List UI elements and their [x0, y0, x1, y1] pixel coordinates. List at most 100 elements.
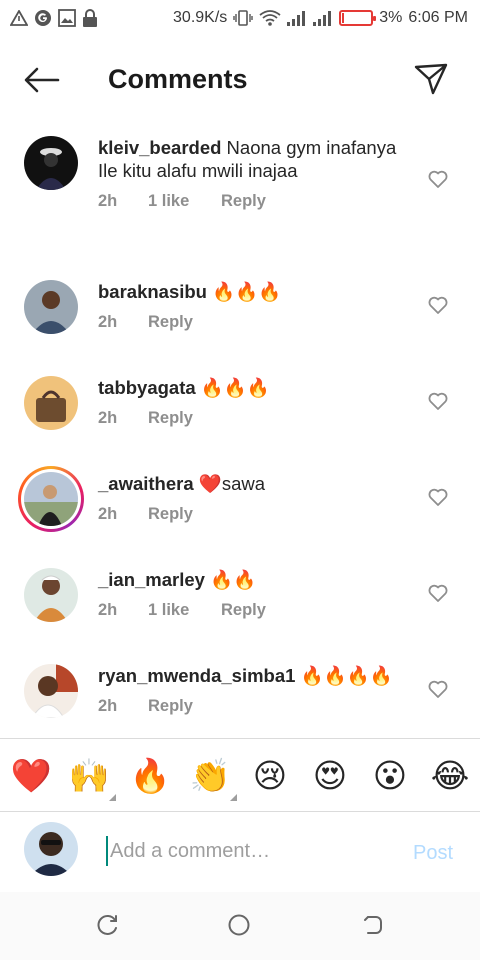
variant-indicator-icon [109, 794, 116, 801]
comment-body: _awaithera ❤️sawa 2h Reply [98, 472, 418, 526]
system-back-button[interactable] [360, 912, 386, 938]
avatar [24, 472, 78, 526]
comment-text: 🔥🔥🔥 [207, 281, 282, 302]
clapping-hands-emoji[interactable]: 👏 [189, 755, 237, 801]
comment-body: ryan_mwenda_simba1 🔥🔥🔥🔥 2h Reply [98, 664, 418, 718]
heart-outline-icon [428, 584, 448, 602]
reply-button[interactable]: Reply [148, 695, 193, 718]
lock-icon [82, 9, 98, 27]
recents-button[interactable] [95, 912, 121, 938]
battery-icon [339, 10, 377, 26]
comment-meta: 2h 1 like Reply [98, 599, 418, 622]
comment-username[interactable]: _ian_marley [98, 569, 205, 590]
send-icon [414, 63, 448, 95]
like-button[interactable] [426, 389, 450, 413]
comment-username[interactable]: _awaithera [98, 473, 194, 494]
comment-text: ❤️sawa [193, 473, 266, 494]
avatar[interactable] [24, 568, 78, 622]
battery-percent: 3% [379, 9, 403, 26]
like-button[interactable] [426, 581, 450, 605]
comment-username[interactable]: baraknasibu [98, 281, 207, 302]
tears-of-joy-emoji[interactable]: 😂 [429, 755, 471, 797]
emoji-glyph: 🙌 [68, 756, 110, 795]
comment-body: baraknasibu 🔥🔥🔥 2h Reply [98, 280, 418, 334]
heart-outline-icon [428, 488, 448, 506]
avatar-story-ring[interactable] [18, 466, 84, 532]
avatar[interactable] [24, 136, 78, 190]
signal-icon [287, 10, 307, 26]
comment-time: 2h [98, 409, 118, 427]
back-arrow-icon [24, 67, 60, 93]
back-button[interactable] [22, 62, 62, 98]
recents-icon [97, 915, 117, 935]
current-user-avatar [24, 822, 78, 876]
comment-body: _ian_marley 🔥🔥 2h 1 like Reply [98, 568, 418, 622]
alert-icon [10, 10, 28, 26]
avatar[interactable] [24, 376, 78, 430]
comment-meta: 2h Reply [98, 695, 418, 718]
comment-text: 🔥🔥🔥🔥 [295, 665, 393, 686]
emoji-glyph: 🔥 [129, 756, 171, 795]
quick-emoji-bar: ❤️ 🙌 🔥 👏 😢 😍 😮 😂 [0, 738, 480, 812]
home-button[interactable] [226, 912, 252, 938]
like-button[interactable] [426, 677, 450, 701]
variant-indicator-icon [230, 794, 237, 801]
comment-composer: Post [0, 812, 480, 892]
comment-likes[interactable]: 1 like [148, 599, 221, 622]
clock: 6:06 PM [408, 9, 468, 26]
emoji-glyph: ❤️ [10, 756, 52, 795]
comment-meta: 2h Reply [98, 311, 418, 334]
comment-meta: 2h 1 like Reply [98, 190, 418, 213]
emoji-glyph: 😂 [430, 756, 470, 795]
emoji-glyph: 👏 [189, 756, 231, 795]
gallery-icon [58, 9, 76, 27]
comment-time: 2h [98, 601, 118, 619]
avatar-inner [21, 469, 81, 529]
comment-body: tabbyagata 🔥🔥🔥 2h Reply [98, 376, 418, 430]
surprised-face-emoji[interactable]: 😮 [369, 755, 411, 797]
comment-username[interactable]: tabbyagata [98, 377, 196, 398]
comment-time: 2h [98, 192, 118, 210]
reply-button[interactable]: Reply [148, 407, 193, 430]
header: Comments [0, 46, 480, 116]
heart-outline-icon [428, 170, 448, 188]
comment-body: kleiv_bearded Naona gym inafanya Ile kit… [98, 136, 418, 213]
heart-outline-icon [428, 296, 448, 314]
avatar[interactable] [24, 280, 78, 334]
like-button[interactable] [426, 293, 450, 317]
post-button[interactable]: Post [413, 842, 453, 865]
reply-button[interactable]: Reply [221, 599, 266, 622]
comments-list[interactable]: kleiv_bearded Naona gym inafanya Ile kit… [0, 120, 480, 738]
system-nav-bar [0, 892, 480, 960]
comment-username[interactable]: kleiv_bearded [98, 137, 221, 158]
crying-face-emoji[interactable]: 😢 [249, 755, 291, 797]
heart-outline-icon [428, 392, 448, 410]
red-heart-emoji[interactable]: ❤️ [10, 755, 52, 797]
status-bar-left [10, 9, 98, 27]
vibrate-icon [233, 9, 253, 27]
status-bar: 30.9K/s 3% 6:06 PM [0, 0, 480, 36]
home-icon [228, 914, 250, 936]
raising-hands-emoji[interactable]: 🙌 [68, 755, 116, 801]
share-button[interactable] [410, 58, 452, 100]
like-button[interactable] [426, 485, 450, 509]
avatar[interactable] [24, 664, 78, 718]
like-button[interactable] [426, 167, 450, 191]
comment-time: 2h [98, 505, 118, 523]
reply-button[interactable]: Reply [221, 190, 266, 213]
back-icon [364, 916, 382, 934]
signal-icon-2 [313, 10, 333, 26]
comment-input[interactable] [106, 836, 386, 866]
comment-text: 🔥🔥🔥 [195, 377, 270, 398]
network-speed: 30.9K/s [173, 9, 228, 26]
reply-button[interactable]: Reply [148, 503, 193, 526]
heart-outline-icon [428, 680, 448, 698]
comment-time: 2h [98, 697, 118, 715]
comment-username[interactable]: ryan_mwenda_simba1 [98, 665, 295, 686]
reply-button[interactable]: Reply [148, 311, 193, 334]
status-bar-right: 30.9K/s 3% 6:06 PM [173, 9, 468, 27]
heart-eyes-emoji[interactable]: 😍 [309, 755, 351, 797]
comment-likes[interactable]: 1 like [148, 190, 221, 213]
comment-meta: 2h Reply [98, 503, 418, 526]
fire-emoji[interactable]: 🔥 [129, 755, 171, 797]
